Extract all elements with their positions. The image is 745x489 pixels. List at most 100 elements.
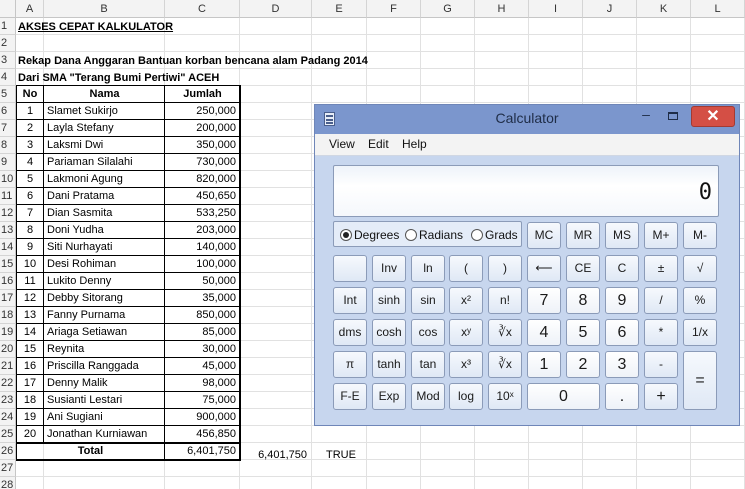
close-button[interactable]: ✕ [691,106,735,127]
key-4[interactable]: ∛x [488,319,522,346]
row-header[interactable]: 18 [0,307,16,324]
table-cell-jumlah[interactable]: 100,000 [165,256,236,273]
key-6[interactable]: 5 [566,319,600,346]
table-cell-no[interactable]: 1 [16,103,44,120]
table-cell-no[interactable]: 16 [16,358,44,375]
row-header[interactable]: 19 [0,324,16,341]
table-cell-no[interactable]: 6 [16,188,44,205]
table-cell-nama[interactable]: Siti Nurhayati [47,239,112,256]
radio-radians[interactable]: Radians [405,228,463,242]
table-cell-nama[interactable]: Jonathan Kurniawan [47,426,147,443]
table-cell-nama[interactable]: Doni Yudha [47,222,104,239]
table-cell-nama[interactable]: Denny Malik [47,375,108,392]
radio-grads[interactable]: Grads [471,228,518,242]
table-cell-no[interactable]: 2 [16,120,44,137]
column-header[interactable]: E [312,0,367,18]
table-cell-nama[interactable]: Ariaga Setiawan [47,324,127,341]
header-jumlah[interactable]: Jumlah [165,86,240,103]
table-cell-jumlah[interactable]: 200,000 [165,120,236,137]
table-cell-jumlah[interactable]: 350,000 [165,137,236,154]
key-1[interactable]: sinh [372,287,406,314]
row-header[interactable]: 20 [0,341,16,358]
key-5[interactable]: ⟵ [527,255,561,282]
cell-a3-subtitle[interactable]: Rekap Dana Anggaran Bantuan korban benca… [18,53,368,70]
column-header[interactable]: F [367,0,421,18]
row-header[interactable]: 15 [0,256,16,273]
table-cell-no[interactable]: 8 [16,222,44,239]
key-8[interactable]: - [644,351,678,378]
table-cell-nama[interactable]: Ani Sugiani [47,409,103,426]
table-cell-no[interactable]: 7 [16,205,44,222]
key-2[interactable]: sin [411,287,445,314]
table-cell-no[interactable]: 3 [16,137,44,154]
table-cell-nama[interactable]: Lakmoni Agung [47,171,123,188]
table-cell-jumlah[interactable]: 85,000 [165,324,236,341]
column-header[interactable]: G [421,0,475,18]
column-header[interactable]: B [44,0,165,18]
table-cell-nama[interactable]: Slamet Sukirjo [47,103,118,120]
key-1[interactable]: Exp [372,383,406,410]
table-cell-jumlah[interactable]: 45,000 [165,358,236,375]
column-header[interactable]: I [529,0,583,18]
key-blank[interactable] [333,255,367,282]
table-cell-nama[interactable]: Fanny Purnama [47,307,125,324]
key-equals[interactable]: = [683,351,717,410]
key-8[interactable]: * [644,319,678,346]
table-cell-jumlah[interactable]: 140,000 [165,239,236,256]
total-value[interactable]: 6,401,750 [165,443,236,460]
column-header[interactable]: H [475,0,529,18]
key-5[interactable]: 7 [527,287,561,314]
key-6[interactable]: 2 [566,351,600,378]
key-9[interactable]: % [683,287,717,314]
table-cell-no[interactable]: 11 [16,273,44,290]
key-0[interactable]: F-E [333,383,367,410]
row-header[interactable]: 2 [0,35,16,52]
table-cell-nama[interactable]: Desi Rohiman [47,256,116,273]
calculator-titlebar[interactable]: Calculator – ✕ [315,105,739,134]
key-4[interactable]: ) [488,255,522,282]
column-header[interactable]: D [240,0,312,18]
menu-view[interactable]: View [329,137,355,151]
minimize-button[interactable]: – [633,107,659,127]
row-header[interactable]: 1 [0,18,16,35]
key-8[interactable]: ± [644,255,678,282]
key-3[interactable]: x² [449,287,483,314]
table-cell-nama[interactable]: Priscilla Ranggada [47,358,139,375]
table-cell-jumlah[interactable]: 30,000 [165,341,236,358]
table-cell-nama[interactable]: Debby Sitorang [47,290,123,307]
table-cell-jumlah[interactable]: 50,000 [165,273,236,290]
table-cell-jumlah[interactable]: 900,000 [165,409,236,426]
key-6[interactable]: CE [566,255,600,282]
header-no[interactable]: No [16,86,44,103]
row-header[interactable]: 27 [0,460,16,477]
table-cell-no[interactable]: 19 [16,409,44,426]
column-header[interactable]: A [16,0,44,18]
row-header[interactable]: 3 [0,52,16,69]
key-9[interactable]: √ [683,255,717,282]
key-3[interactable]: ( [449,255,483,282]
key-6[interactable]: . [605,383,639,410]
key-ms[interactable]: MS [605,222,639,249]
row-header[interactable]: 5 [0,86,16,103]
row-header[interactable]: 7 [0,120,16,137]
key-0[interactable]: dms [333,319,367,346]
table-cell-nama[interactable]: Lukito Denny [47,273,111,290]
table-cell-jumlah[interactable]: 450,650 [165,188,236,205]
table-cell-nama[interactable]: Dani Pratama [47,188,114,205]
table-cell-nama[interactable]: Dian Sasmita [47,205,112,222]
table-cell-nama[interactable]: Layla Stefany [47,120,114,137]
table-cell-jumlah[interactable]: 456,850 [165,426,236,443]
table-cell-jumlah[interactable]: 250,000 [165,103,236,120]
key-1[interactable]: cosh [372,319,406,346]
key-3[interactable]: log [449,383,483,410]
table-cell-no[interactable]: 18 [16,392,44,409]
total-label[interactable]: Total [16,443,165,460]
table-cell-no[interactable]: 13 [16,307,44,324]
row-header[interactable]: 23 [0,392,16,409]
key-8[interactable]: / [644,287,678,314]
key-3[interactable]: xʸ [449,319,483,346]
table-cell-no[interactable]: 4 [16,154,44,171]
table-cell-jumlah[interactable]: 820,000 [165,171,236,188]
table-cell-nama[interactable]: Pariaman Silalahi [47,154,133,171]
key-4[interactable]: 10ˣ [488,383,522,410]
